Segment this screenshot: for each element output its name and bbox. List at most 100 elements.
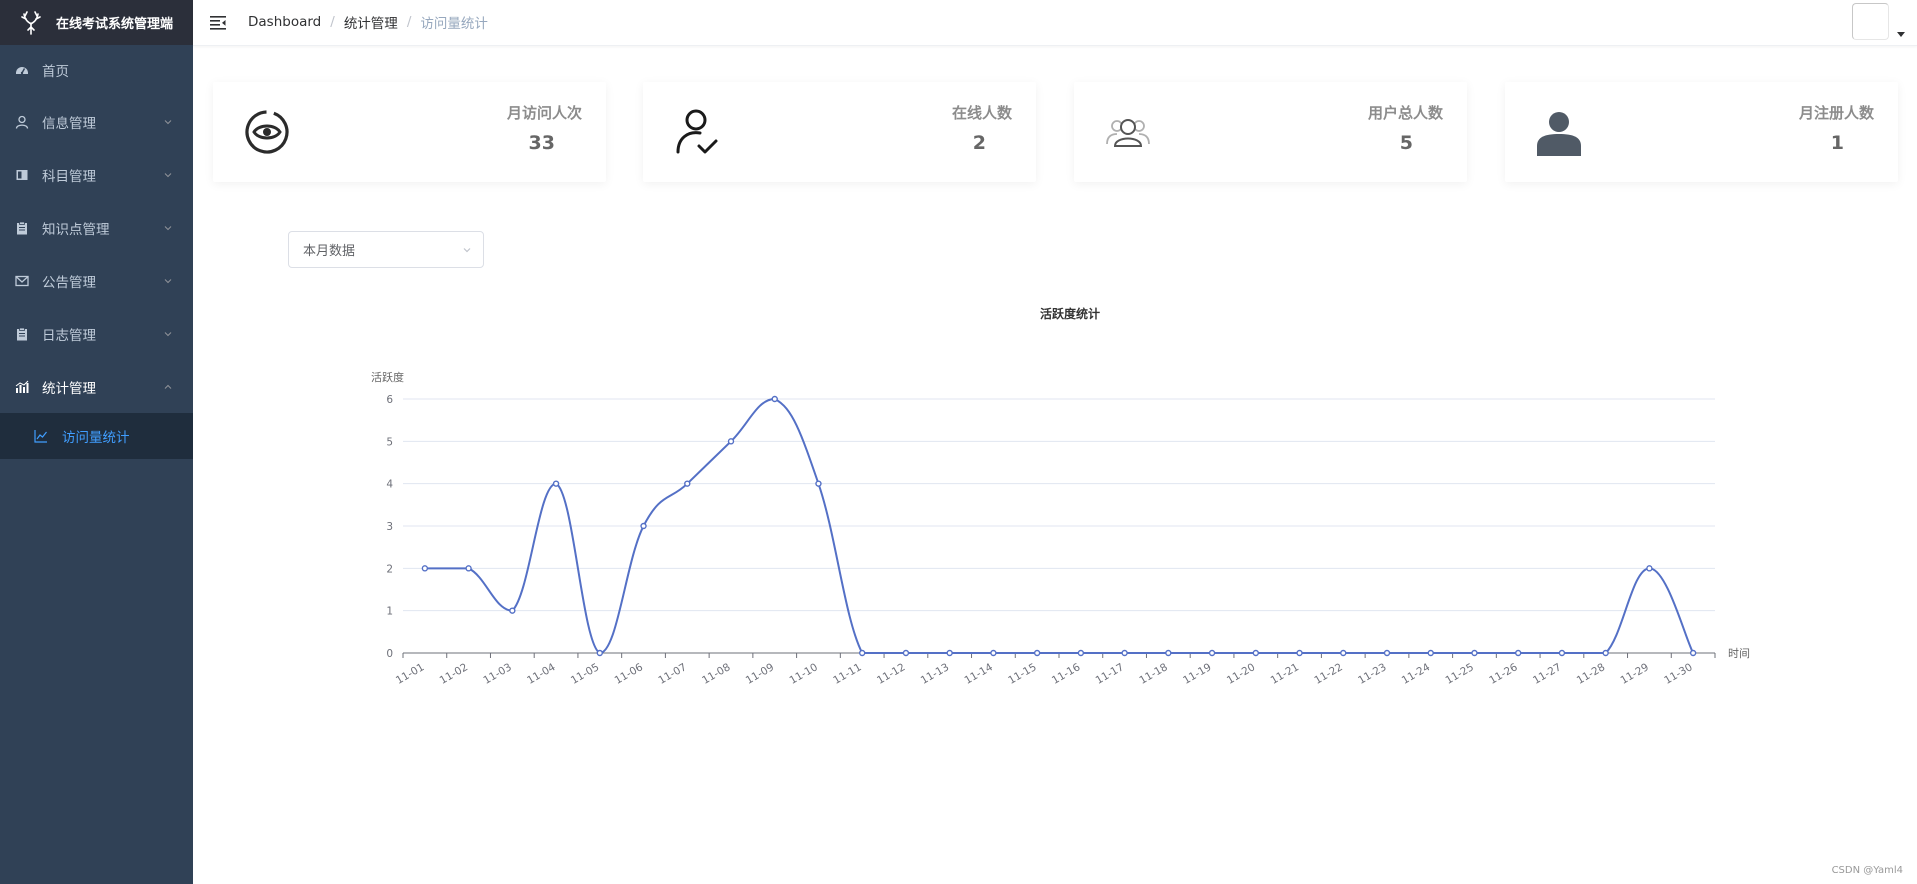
y-tick-label: 5 [386, 436, 393, 448]
data-point [1208, 649, 1216, 657]
sidebar-item-statistics[interactable]: 统计管理 [0, 360, 193, 413]
caret-down-icon[interactable] [1897, 32, 1905, 37]
data-point [684, 480, 691, 487]
chevron-down-icon [164, 119, 172, 124]
data-point [771, 395, 778, 403]
x-tick-label: 11-29 [1618, 661, 1650, 687]
data-point [1033, 649, 1041, 657]
y-tick-label: 4 [386, 479, 393, 491]
sidebar-item-label: 日志管理 [42, 327, 96, 344]
data-point [1252, 649, 1260, 657]
y-axis-label: 活跃度 [371, 370, 404, 384]
stat-card-monthly-visits: 月访问人次 33 [213, 82, 606, 182]
data-point [552, 480, 560, 487]
stat-label: 月注册人数 [1798, 104, 1874, 122]
sidebar-subitem-visit-stats[interactable]: 访问量统计 [0, 413, 193, 459]
x-tick-label: 11-20 [1225, 661, 1257, 687]
data-point [859, 649, 866, 657]
data-point [640, 522, 647, 530]
mail-icon [15, 274, 29, 288]
x-tick-label: 11-07 [656, 661, 688, 687]
book-icon [15, 168, 29, 182]
hamburger-menu-icon[interactable] [210, 14, 226, 30]
stat-label: 在线人数 [951, 104, 1012, 122]
x-tick-label: 11-26 [1487, 661, 1520, 687]
stat-card-online-users: 在线人数 2 [643, 82, 1036, 182]
deer-antler-icon [21, 10, 41, 35]
x-tick-label: 11-15 [1006, 661, 1038, 687]
sidebar-item-home[interactable]: 首页 [0, 45, 193, 95]
data-point [1689, 649, 1697, 657]
period-select[interactable]: 本月数据 [288, 231, 484, 268]
x-tick-label: 11-10 [788, 661, 820, 687]
x-tick-label: 11-27 [1531, 661, 1563, 687]
data-point [421, 565, 429, 572]
navbar: Dashboard / 统计管理 / 访问量统计 [193, 0, 1917, 46]
data-point [509, 607, 516, 614]
x-tick-label: 11-01 [394, 661, 426, 687]
x-tick-label: 11-24 [1400, 661, 1433, 687]
user-menu[interactable] [1852, 3, 1905, 40]
dashboard-icon [15, 63, 29, 77]
app-title: 在线考试系统管理端 [56, 17, 174, 32]
watermark: CSDN @Yaml4 [1831, 865, 1903, 876]
chevron-down-icon [164, 172, 172, 177]
chevron-down-icon [164, 225, 172, 230]
data-point [1646, 565, 1653, 572]
x-tick-label: 11-16 [1050, 661, 1083, 687]
x-tick-label: 11-14 [962, 661, 995, 687]
avatar[interactable] [1852, 3, 1889, 40]
x-tick-label: 11-04 [525, 661, 558, 687]
clipboard-icon [15, 221, 29, 235]
sidebar-item-label: 科目管理 [42, 168, 96, 185]
y-tick-label: 0 [386, 648, 393, 660]
data-point [902, 649, 910, 657]
data-point [727, 438, 735, 445]
sidebar-item-knowledge[interactable]: 知识点管理 [0, 201, 193, 254]
breadcrumb-item-current: 访问量统计 [420, 16, 488, 32]
activity-chart-svg: 活跃度统计活跃度 0 1 2 3 4 5 6 时间 11-01 11-02 11-03 11-04 11-… [371, 306, 1750, 687]
breadcrumb-item-dashboard[interactable]: Dashboard [248, 14, 321, 30]
stat-label: 月访问人次 [506, 104, 582, 122]
breadcrumb-separator: / [330, 14, 335, 30]
user-check-icon [671, 106, 723, 158]
sidebar-item-info[interactable]: 信息管理 [0, 95, 193, 148]
eye-icon [241, 106, 293, 158]
sidebar-item-label: 公告管理 [42, 274, 96, 291]
sidebar-item-subjects[interactable]: 科目管理 [0, 148, 193, 201]
x-tick-label: 11-18 [1137, 661, 1169, 687]
stat-value: 33 [528, 132, 555, 154]
data-point [990, 649, 997, 657]
chevron-up-icon [164, 384, 172, 389]
sidebar-item-notices[interactable]: 公告管理 [0, 254, 193, 307]
y-tick-label: 1 [386, 606, 393, 618]
stat-card-total-users: 用户总人数 5 [1074, 82, 1467, 182]
data-point [946, 649, 953, 657]
x-tick-label: 11-05 [569, 661, 601, 687]
data-point [465, 565, 472, 572]
sidebar-item-label: 知识点管理 [42, 221, 110, 238]
sidebar-item-logs[interactable]: 日志管理 [0, 307, 193, 360]
line-chart-icon [34, 429, 48, 443]
stat-label: 用户总人数 [1367, 104, 1443, 122]
sidebar-subitem-label: 访问量统计 [62, 430, 130, 446]
sidebar-item-label: 首页 [42, 64, 69, 80]
data-point [1602, 649, 1609, 657]
x-tick-label: 11-06 [613, 661, 646, 687]
x-tick-label: 11-03 [481, 661, 513, 687]
data-point [815, 480, 822, 487]
y-tick-label: 3 [386, 521, 393, 533]
user-icon [15, 115, 29, 129]
data-point [1558, 649, 1566, 657]
chart-title: 活跃度统计 [1040, 306, 1100, 321]
app-logo[interactable]: 在线考试系统管理端 [0, 0, 193, 45]
x-tick-label: 11-28 [1575, 661, 1607, 687]
breadcrumb-item-statistics[interactable]: 统计管理 [344, 12, 398, 32]
x-tick-label: 11-19 [1181, 661, 1213, 687]
data-point [1427, 649, 1434, 657]
data-point [1340, 649, 1347, 657]
data-point [1383, 649, 1391, 657]
x-tick-label: 11-30 [1662, 661, 1694, 687]
data-point [1296, 649, 1303, 657]
x-tick-label: 11-02 [438, 661, 470, 687]
